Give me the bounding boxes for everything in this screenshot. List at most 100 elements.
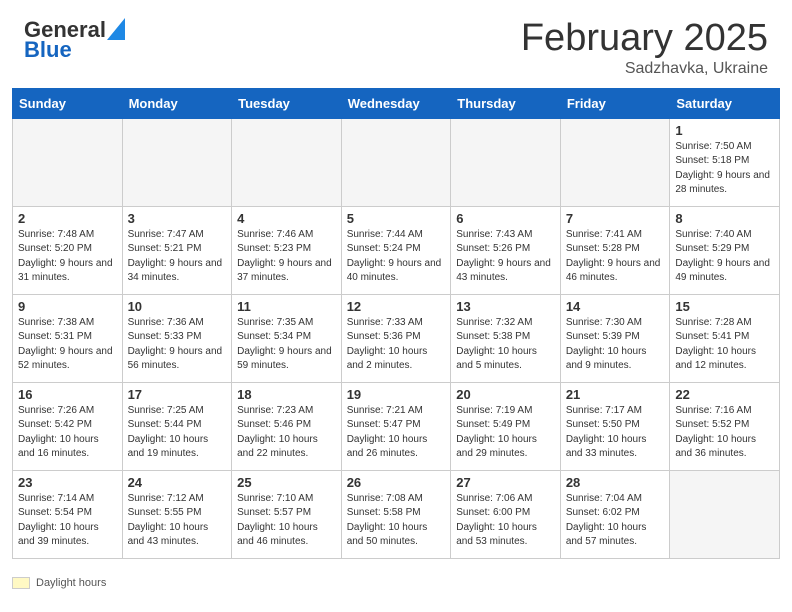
calendar-table: SundayMondayTuesdayWednesdayThursdayFrid… (12, 88, 780, 559)
calendar-day-header: Tuesday (232, 88, 342, 118)
day-number: 3 (128, 211, 227, 226)
day-number: 9 (18, 299, 117, 314)
calendar-day-cell (451, 118, 561, 206)
day-number: 18 (237, 387, 336, 402)
day-number: 21 (566, 387, 665, 402)
calendar-day-cell: 8 Sunrise: 7:40 AM Sunset: 5:29 PM Daylig… (670, 206, 780, 294)
day-number: 11 (237, 299, 336, 314)
calendar-day-cell: 23Sunrise: 7:14 AM Sunset: 5:54 PM Dayli… (13, 470, 123, 558)
calendar-day-header: Thursday (451, 88, 561, 118)
calendar-day-cell: 27 Sunrise: 7:06 AM Sunset: 6:00 PM Dayli… (451, 470, 561, 558)
day-detail: Sunrise: 7:12 AM Sunset: 5:55 PM Dayligh… (128, 492, 227, 550)
day-detail: Sunrise: 7:40 AM Sunset: 5:29 PM Dayligh… (675, 228, 774, 286)
calendar-week-row: 16 Sunrise: 7:26 AM Sunset: 5:42 PM Dayli… (13, 382, 780, 470)
day-number: 4 (237, 211, 336, 226)
legend: Daylight hours (0, 571, 792, 595)
calendar-day-cell: 12 Sunrise: 7:33 AM Sunset: 5:36 PM Dayli… (341, 294, 451, 382)
logo-blue-text: Blue (24, 38, 72, 62)
day-detail: Sunrise: 7:16 AM Sunset: 5:52 PM Dayligh… (675, 404, 774, 462)
day-number: 25 (237, 475, 336, 490)
day-detail: Sunrise: 7:36 AM Sunset: 5:33 PM Dayligh… (128, 316, 227, 374)
day-number: 19 (347, 387, 446, 402)
day-number: 15 (675, 299, 774, 314)
day-detail: Sunrise: 7:33 AM Sunset: 5:36 PM Dayligh… (347, 316, 446, 374)
calendar-day-cell (670, 470, 780, 558)
calendar-day-header: Wednesday (341, 88, 451, 118)
calendar-day-cell: 20 Sunrise: 7:19 AM Sunset: 5:49 PM Dayli… (451, 382, 561, 470)
day-detail: Sunrise: 7:06 AM Sunset: 6:00 PM Dayligh… (456, 492, 555, 550)
day-number: 12 (347, 299, 446, 314)
calendar-day-cell: 9 Sunrise: 7:38 AM Sunset: 5:31 PM Daylig… (13, 294, 123, 382)
day-detail: Sunrise: 7:08 AM Sunset: 5:58 PM Dayligh… (347, 492, 446, 550)
day-detail: Sunrise: 7:04 AM Sunset: 6:02 PM Dayligh… (566, 492, 665, 550)
day-detail: Sunrise: 7:48 AM Sunset: 5:20 PM Dayligh… (18, 228, 117, 286)
calendar-day-header: Friday (560, 88, 670, 118)
calendar-day-header: Saturday (670, 88, 780, 118)
calendar-day-cell: 22 Sunrise: 7:16 AM Sunset: 5:52 PM Dayli… (670, 382, 780, 470)
calendar-day-cell (13, 118, 123, 206)
calendar-day-cell: 4 Sunrise: 7:46 AM Sunset: 5:23 PM Daylig… (232, 206, 342, 294)
calendar-day-cell: 17 Sunrise: 7:25 AM Sunset: 5:44 PM Dayli… (122, 382, 232, 470)
calendar-day-cell: 21 Sunrise: 7:17 AM Sunset: 5:50 PM Dayli… (560, 382, 670, 470)
calendar-day-cell: 24 Sunrise: 7:12 AM Sunset: 5:55 PM Dayli… (122, 470, 232, 558)
logo-arrow-icon (107, 18, 125, 40)
day-number: 17 (128, 387, 227, 402)
legend-box (12, 577, 30, 589)
calendar-day-cell: 10 Sunrise: 7:36 AM Sunset: 5:33 PM Dayli… (122, 294, 232, 382)
calendar-day-cell: 14 Sunrise: 7:30 AM Sunset: 5:39 PM Dayli… (560, 294, 670, 382)
day-number: 27 (456, 475, 555, 490)
day-number: 16 (18, 387, 117, 402)
calendar-day-cell: 13 Sunrise: 7:32 AM Sunset: 5:38 PM Dayli… (451, 294, 561, 382)
calendar-week-row: 2Sunrise: 7:48 AM Sunset: 5:20 PM Daylig… (13, 206, 780, 294)
day-detail: Sunrise: 7:26 AM Sunset: 5:42 PM Dayligh… (18, 404, 117, 462)
calendar-header-row: SundayMondayTuesdayWednesdayThursdayFrid… (13, 88, 780, 118)
day-number: 14 (566, 299, 665, 314)
day-number: 24 (128, 475, 227, 490)
day-number: 26 (347, 475, 446, 490)
day-detail: Sunrise: 7:41 AM Sunset: 5:28 PM Dayligh… (566, 228, 665, 286)
day-detail: Sunrise: 7:47 AM Sunset: 5:21 PM Dayligh… (128, 228, 227, 286)
calendar-week-row: 1Sunrise: 7:50 AM Sunset: 5:18 PM Daylig… (13, 118, 780, 206)
day-detail: Sunrise: 7:43 AM Sunset: 5:26 PM Dayligh… (456, 228, 555, 286)
day-detail: Sunrise: 7:50 AM Sunset: 5:18 PM Dayligh… (675, 140, 774, 198)
calendar-day-cell: 19 Sunrise: 7:21 AM Sunset: 5:47 PM Dayli… (341, 382, 451, 470)
calendar-day-cell: 5 Sunrise: 7:44 AM Sunset: 5:24 PM Daylig… (341, 206, 451, 294)
calendar-day-cell (122, 118, 232, 206)
day-detail: Sunrise: 7:32 AM Sunset: 5:38 PM Dayligh… (456, 316, 555, 374)
day-detail: Sunrise: 7:10 AM Sunset: 5:57 PM Dayligh… (237, 492, 336, 550)
day-detail: Sunrise: 7:25 AM Sunset: 5:44 PM Dayligh… (128, 404, 227, 462)
day-number: 28 (566, 475, 665, 490)
day-number: 13 (456, 299, 555, 314)
calendar-day-cell: 7 Sunrise: 7:41 AM Sunset: 5:28 PM Daylig… (560, 206, 670, 294)
calendar-subtitle: Sadzhavka, Ukraine (521, 60, 768, 78)
calendar-day-cell: 26 Sunrise: 7:08 AM Sunset: 5:58 PM Dayli… (341, 470, 451, 558)
day-detail: Sunrise: 7:30 AM Sunset: 5:39 PM Dayligh… (566, 316, 665, 374)
calendar-day-cell: 2Sunrise: 7:48 AM Sunset: 5:20 PM Daylig… (13, 206, 123, 294)
calendar-day-cell (560, 118, 670, 206)
calendar-day-cell: 16 Sunrise: 7:26 AM Sunset: 5:42 PM Dayli… (13, 382, 123, 470)
calendar-day-cell: 18Sunrise: 7:23 AM Sunset: 5:46 PM Dayli… (232, 382, 342, 470)
calendar-title: February 2025 (521, 18, 768, 60)
calendar-day-cell: 28 Sunrise: 7:04 AM Sunset: 6:02 PM Dayli… (560, 470, 670, 558)
calendar-day-cell: 3 Sunrise: 7:47 AM Sunset: 5:21 PM Daylig… (122, 206, 232, 294)
day-number: 7 (566, 211, 665, 226)
day-number: 5 (347, 211, 446, 226)
day-number: 20 (456, 387, 555, 402)
day-detail: Sunrise: 7:19 AM Sunset: 5:49 PM Dayligh… (456, 404, 555, 462)
day-detail: Sunrise: 7:28 AM Sunset: 5:41 PM Dayligh… (675, 316, 774, 374)
day-number: 8 (675, 211, 774, 226)
day-detail: Sunrise: 7:38 AM Sunset: 5:31 PM Dayligh… (18, 316, 117, 374)
day-number: 22 (675, 387, 774, 402)
calendar-day-header: Sunday (13, 88, 123, 118)
day-detail: Sunrise: 7:44 AM Sunset: 5:24 PM Dayligh… (347, 228, 446, 286)
day-number: 23 (18, 475, 117, 490)
day-detail: Sunrise: 7:21 AM Sunset: 5:47 PM Dayligh… (347, 404, 446, 462)
day-number: 6 (456, 211, 555, 226)
legend-label: Daylight hours (36, 577, 106, 589)
day-number: 10 (128, 299, 227, 314)
day-detail: Sunrise: 7:17 AM Sunset: 5:50 PM Dayligh… (566, 404, 665, 462)
calendar-day-cell: 15 Sunrise: 7:28 AM Sunset: 5:41 PM Dayli… (670, 294, 780, 382)
calendar-day-cell: 25 Sunrise: 7:10 AM Sunset: 5:57 PM Dayli… (232, 470, 342, 558)
day-detail: Sunrise: 7:46 AM Sunset: 5:23 PM Dayligh… (237, 228, 336, 286)
calendar-day-cell: 11Sunrise: 7:35 AM Sunset: 5:34 PM Dayli… (232, 294, 342, 382)
